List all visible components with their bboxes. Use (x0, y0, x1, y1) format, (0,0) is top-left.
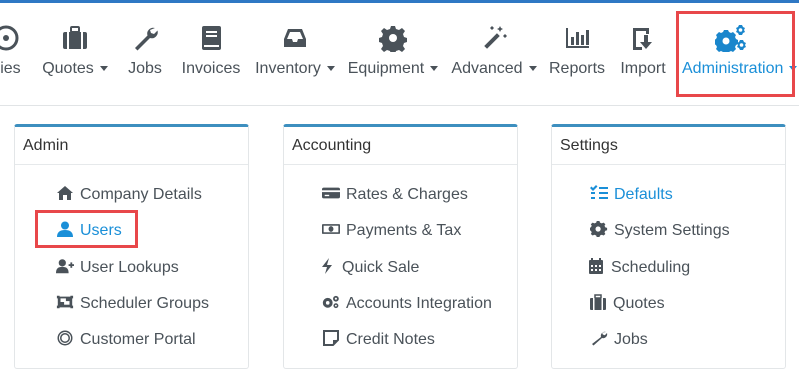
panel-title: Accounting (284, 127, 517, 165)
menu-item-quotes[interactable]: Quotes (588, 290, 785, 318)
highlight-box-users (35, 210, 138, 248)
menu-item-jobs[interactable]: Jobs (589, 326, 785, 354)
import-icon (614, 24, 672, 54)
circle-icon (0, 24, 30, 54)
wrench-icon (589, 328, 609, 346)
menu-item-label: Scheduler Groups (80, 295, 209, 312)
cogs-icon (321, 292, 341, 309)
menu-item-credit-notes[interactable]: Credit Notes (321, 326, 517, 354)
object-group-icon (55, 292, 75, 309)
life-ring-icon (55, 328, 75, 346)
menu-item-label: Credit Notes (346, 331, 435, 348)
list-check-icon (589, 183, 609, 199)
panel-accounting: Accounting Rates & Charges Payments & Ta… (283, 124, 518, 369)
magic-wand-icon (448, 24, 540, 54)
menu-item-label: User Lookups (80, 259, 179, 276)
money-icon (321, 219, 341, 235)
calendar-icon (586, 256, 606, 274)
home-icon (55, 183, 75, 200)
menu-item-label: Defaults (614, 186, 673, 203)
credit-card-icon (321, 183, 341, 199)
gear-icon (345, 24, 441, 54)
menu-item-defaults[interactable]: Defaults (589, 181, 785, 209)
highlight-box-administration (676, 11, 795, 97)
menu-item-rates-charges[interactable]: Rates & Charges (321, 181, 517, 209)
panel-title: Settings (552, 127, 785, 165)
menu-item-label: Rates & Charges (346, 186, 468, 203)
menu-item-label: Scheduling (611, 259, 691, 276)
menu-item-quick-sale[interactable]: Quick Sale (317, 254, 517, 282)
gear-icon (589, 219, 609, 238)
inbox-icon (252, 24, 338, 54)
panel-title: Admin (15, 127, 248, 165)
nav-item-advanced[interactable]: Advanced (448, 3, 540, 105)
menu-item-label: System Settings (614, 222, 730, 239)
bar-chart-icon (546, 24, 608, 54)
menu-item-customer-portal[interactable]: Customer Portal (55, 326, 248, 354)
book-icon (178, 24, 244, 54)
briefcase-icon (40, 24, 110, 54)
nav-label: Quotes (42, 60, 94, 77)
user-plus-icon (55, 256, 75, 274)
wrench-icon (120, 24, 170, 54)
menu-item-label: Accounts Integration (346, 295, 492, 312)
menu-item-company-details[interactable]: Company Details (55, 181, 248, 209)
menu-item-accounts-integration[interactable]: Accounts Integration (321, 290, 517, 318)
menu-item-user-lookups[interactable]: User Lookups (55, 254, 248, 282)
menu-item-label: Customer Portal (80, 331, 196, 348)
nav-label: Inventory (255, 60, 321, 77)
nav-item-quotes[interactable]: Quotes (40, 3, 110, 105)
nav-label: Advanced (451, 60, 523, 77)
briefcase-icon (588, 292, 608, 310)
nav-item-reports[interactable]: Reports (546, 3, 608, 105)
nav-label: Invoices (181, 60, 241, 77)
menu-item-label: Quick Sale (342, 259, 420, 276)
bolt-icon (317, 256, 337, 274)
menu-item-label: Quotes (613, 295, 665, 312)
nav-item-jobs[interactable]: Jobs (120, 3, 170, 105)
nav-label: Import (620, 60, 666, 77)
menu-item-payments-tax[interactable]: Payments & Tax (321, 217, 517, 245)
nav-item-enquiries[interactable]: iries (0, 3, 30, 105)
nav-label: Jobs (128, 60, 162, 77)
nav-item-inventory[interactable]: Inventory (252, 3, 338, 105)
menu-item-label: Payments & Tax (346, 222, 462, 239)
menu-item-scheduling[interactable]: Scheduling (586, 254, 785, 282)
chevron-down-icon (99, 66, 108, 72)
menu-item-label: Company Details (80, 186, 202, 203)
panel-settings: Settings Defaults System Settings Schedu… (551, 124, 786, 369)
nav-label: Reports (548, 60, 606, 77)
nav-label: Equipment (347, 60, 425, 77)
menu-item-label: Jobs (614, 331, 648, 348)
chevron-down-icon (528, 66, 537, 72)
menu-item-scheduler-groups[interactable]: Scheduler Groups (55, 290, 248, 318)
nav-item-invoices[interactable]: Invoices (178, 3, 244, 105)
nav-item-import[interactable]: Import (614, 3, 672, 105)
nav-item-equipment[interactable]: Equipment (345, 3, 441, 105)
nav-label: iries (0, 60, 21, 77)
chevron-down-icon (430, 66, 439, 72)
sticky-note-icon (321, 328, 341, 346)
chevron-down-icon (326, 66, 335, 72)
menu-item-system-settings[interactable]: System Settings (589, 217, 785, 245)
